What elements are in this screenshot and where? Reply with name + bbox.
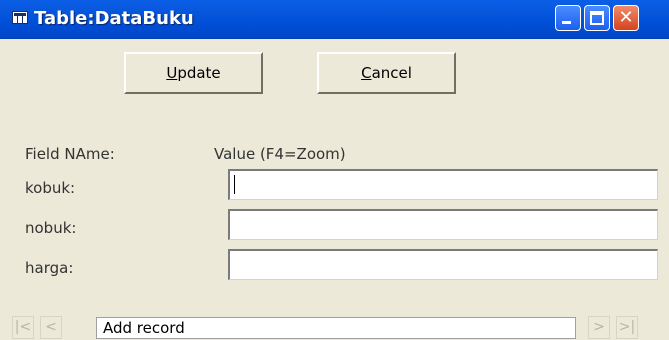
previous-record-button[interactable]: < — [40, 316, 62, 339]
update-label: pdate — [177, 64, 221, 82]
cancel-accelerator: C — [361, 64, 372, 82]
table-window: Table:DataBuku ✕ Update Cancel Field NAm… — [0, 0, 669, 340]
close-icon: ✕ — [618, 7, 634, 28]
field-label-kobuk: kobuk: — [25, 179, 76, 197]
minimize-button[interactable] — [555, 5, 581, 31]
maximize-button[interactable] — [584, 5, 610, 31]
update-accelerator: U — [166, 64, 178, 82]
cancel-label: ancel — [371, 64, 412, 82]
window-title: Table:DataBuku — [34, 8, 194, 29]
title-bar[interactable]: Table:DataBuku ✕ — [0, 0, 669, 39]
field-label-harga: harga: — [25, 259, 74, 277]
record-navigator: |< < Add record > >| — [0, 313, 669, 340]
last-record-button[interactable]: >| — [616, 316, 638, 339]
text-caret — [234, 175, 235, 194]
nobuk-input[interactable] — [228, 209, 658, 240]
first-record-button[interactable]: |< — [12, 316, 34, 339]
close-button[interactable]: ✕ — [613, 5, 639, 31]
harga-input[interactable] — [228, 249, 658, 280]
kobuk-input[interactable] — [228, 169, 658, 200]
cancel-button[interactable]: Cancel — [317, 52, 456, 94]
field-name-header: Field NAme: — [25, 145, 115, 163]
minimize-icon — [562, 21, 571, 24]
table-icon — [12, 11, 28, 24]
value-header: Value (F4=Zoom) — [214, 145, 346, 163]
record-status: Add record — [96, 317, 576, 339]
maximize-icon — [590, 11, 604, 25]
field-label-nobuk: nobuk: — [25, 219, 77, 237]
next-record-button[interactable]: > — [588, 316, 610, 339]
update-button[interactable]: Update — [124, 52, 263, 94]
